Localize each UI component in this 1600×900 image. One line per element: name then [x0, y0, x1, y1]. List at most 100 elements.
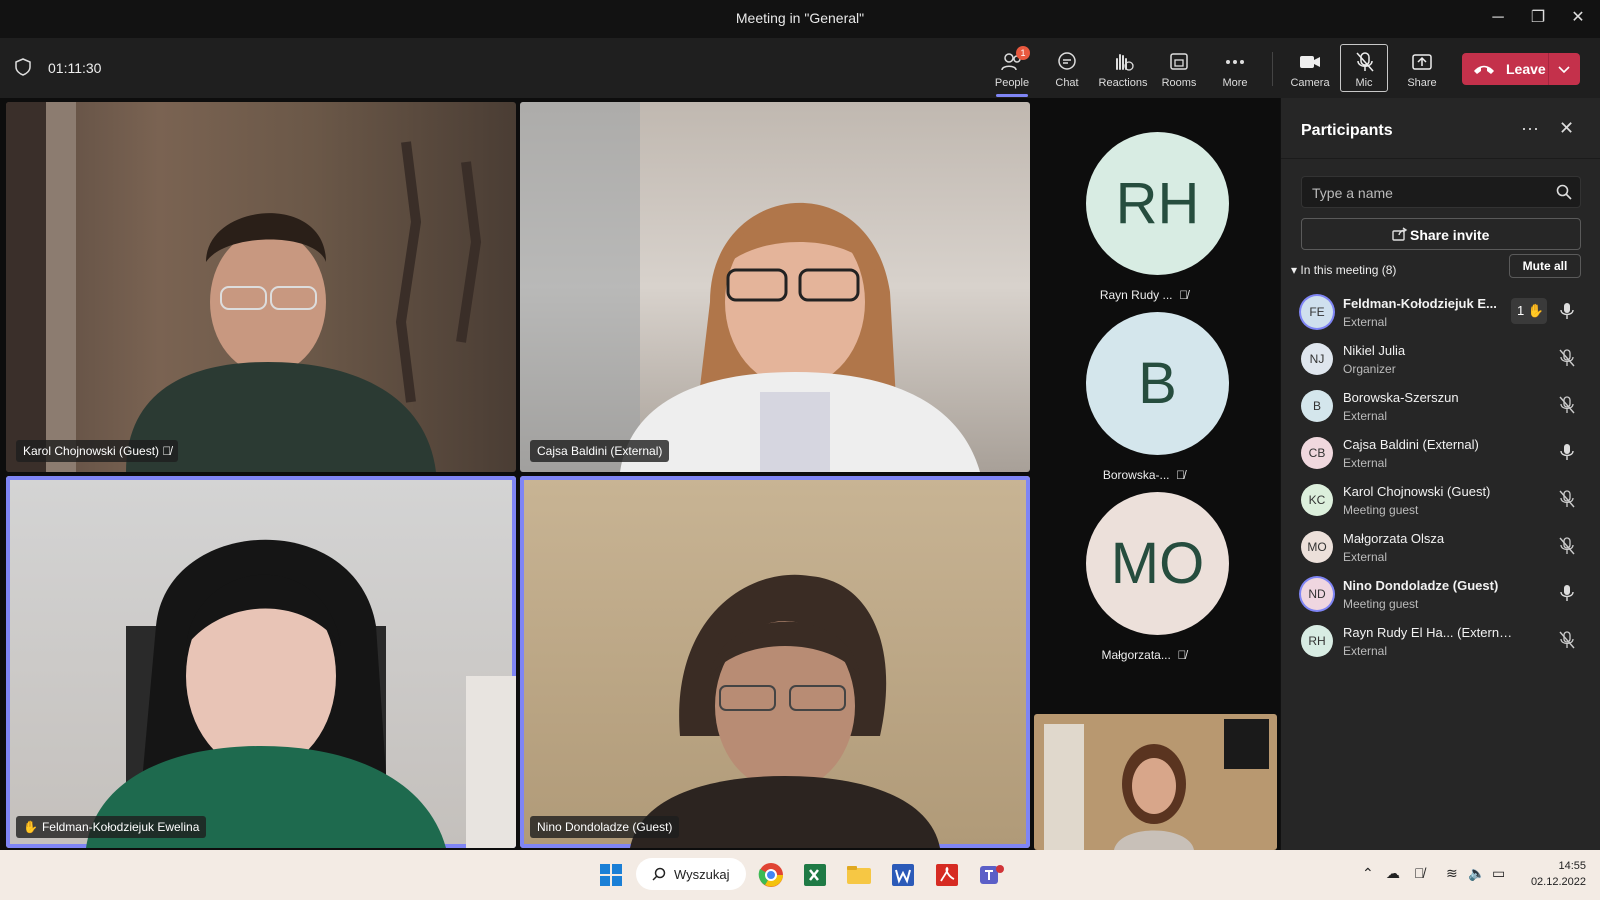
mic-on-icon[interactable]	[1559, 302, 1575, 325]
participant-row[interactable]: RH Rayn Rudy El Ha... (External) External	[1281, 617, 1600, 665]
participant-name: Rayn Rudy El Ha... (External)	[1343, 625, 1513, 640]
more-icon	[1226, 60, 1244, 64]
clock-time: 14:55	[1558, 860, 1586, 872]
reactions-label: Reactions	[1098, 77, 1148, 89]
avatar-name: Małgorzata...	[1101, 648, 1171, 662]
rooms-label: Rooms	[1161, 77, 1197, 89]
more-label: More	[1222, 77, 1248, 89]
leave-label: Leave	[1506, 61, 1546, 77]
avatar-name-mo: Małgorzata... 🎙̸	[1064, 648, 1224, 662]
mic-off-icon[interactable]	[1559, 349, 1575, 372]
chat-label: Chat	[1055, 77, 1079, 89]
windows-start-icon[interactable]	[596, 860, 626, 890]
reactions-icon	[1116, 54, 1134, 71]
participant-name: Karol Chojnowski (Guest)	[1343, 484, 1491, 499]
tray-overflow-icon[interactable]: ⌃	[1362, 865, 1374, 882]
participant-row[interactable]: CB Cajsa Baldini (External) External	[1281, 429, 1600, 477]
mic-on-icon[interactable]	[1559, 443, 1575, 466]
participant-video	[6, 102, 482, 472]
muted-mic-icon: 🎙̸	[1177, 648, 1187, 662]
chat-button[interactable]: Chat	[1041, 48, 1093, 92]
people-badge: 1	[1016, 46, 1030, 60]
excel-icon[interactable]	[800, 860, 830, 890]
participant-avatar: ND	[1301, 578, 1333, 610]
participant-role: External	[1343, 550, 1388, 564]
mic-off-icon[interactable]	[1559, 396, 1575, 419]
participant-row[interactable]: ND Nino Dondoladze (Guest) Meeting guest	[1281, 570, 1600, 618]
search-input[interactable]	[1312, 183, 1542, 203]
volume-icon[interactable]: 🔈	[1468, 865, 1485, 882]
participant-row[interactable]: MO Małgorzata Olsza External	[1281, 523, 1600, 571]
avatar-rh[interactable]: RH	[1086, 132, 1229, 275]
participant-role: External	[1343, 644, 1388, 658]
camera-label: Camera	[1290, 77, 1330, 89]
participant-name: Borowska-Szerszun	[1343, 390, 1459, 405]
mic-off-icon	[1356, 52, 1374, 72]
mic-on-icon[interactable]	[1559, 584, 1575, 607]
share-invite-icon	[1392, 227, 1408, 241]
camera-button[interactable]: Camera	[1284, 48, 1336, 92]
more-button[interactable]: More	[1209, 48, 1261, 92]
self-view[interactable]	[1034, 714, 1277, 850]
leave-split	[1548, 53, 1549, 85]
mic-button[interactable]: Mic	[1340, 44, 1388, 92]
close-window-icon[interactable]: ✕	[1568, 8, 1588, 28]
chevron-down-icon: ▾	[1291, 263, 1298, 277]
participant-row[interactable]: B Borowska-Szerszun External	[1281, 382, 1600, 430]
reactions-button[interactable]: Reactions	[1097, 48, 1149, 92]
avatar-name-b: Borowska-... 🎙̸	[1064, 468, 1224, 482]
participant-row[interactable]: FE Feldman-Kołodziejuk E... External 1 ✋	[1281, 288, 1600, 336]
panel-more-icon[interactable]: ···	[1521, 118, 1539, 139]
people-label: People	[994, 77, 1030, 89]
muted-mic-icon: 🎙̸	[162, 444, 172, 458]
panel-close-icon[interactable]: ✕	[1559, 118, 1574, 139]
participant-row[interactable]: NJ Nikiel Julia Organizer	[1281, 335, 1600, 383]
word-icon[interactable]	[888, 860, 918, 890]
tile-name: Cajsa Baldini (External)	[537, 444, 663, 458]
mic-off-icon[interactable]	[1559, 631, 1575, 654]
share-button[interactable]: Share	[1396, 48, 1448, 92]
onedrive-icon[interactable]: ☁	[1386, 865, 1400, 882]
chevron-down-icon[interactable]	[1556, 61, 1572, 77]
participant-avatar: RH	[1301, 625, 1333, 657]
tile-name-chip: Cajsa Baldini (External)	[530, 440, 670, 462]
raised-hand-icon: ✋	[23, 820, 38, 834]
mic-off-icon[interactable]	[1559, 490, 1575, 513]
participant-role: Meeting guest	[1343, 503, 1419, 517]
participant-name: Cajsa Baldini (External)	[1343, 437, 1479, 452]
battery-icon[interactable]: ▭	[1492, 865, 1505, 882]
taskbar-search-label: Wyszukaj	[674, 867, 730, 882]
share-invite-label: Share invite	[1410, 227, 1490, 243]
share-invite-button[interactable]: Share invite	[1301, 218, 1581, 250]
file-explorer-icon[interactable]	[844, 860, 874, 890]
video-tile-nino[interactable]: Nino Dondoladze (Guest)	[520, 476, 1030, 848]
video-tile-cajsa[interactable]: Cajsa Baldini (External)	[520, 102, 1030, 472]
teams-icon[interactable]	[976, 860, 1006, 890]
taskbar-clock[interactable]: 14:55 02.12.2022	[1520, 858, 1586, 890]
mute-all-button[interactable]: Mute all	[1509, 254, 1581, 278]
participant-avatar: MO	[1301, 531, 1333, 563]
mic-off-icon[interactable]	[1559, 537, 1575, 560]
tile-name: Nino Dondoladze (Guest)	[537, 820, 673, 834]
avatar-mo[interactable]: MO	[1086, 492, 1229, 635]
rooms-button[interactable]: Rooms	[1153, 48, 1205, 92]
leave-button[interactable]: Leave	[1462, 53, 1580, 85]
participant-row[interactable]: KC Karol Chojnowski (Guest) Meeting guest	[1281, 476, 1600, 524]
people-button[interactable]: 1 People	[986, 46, 1038, 97]
participant-name: Nikiel Julia	[1343, 343, 1406, 358]
acrobat-icon[interactable]	[932, 860, 962, 890]
video-tile-karol[interactable]: Karol Chojnowski (Guest) 🎙̸	[6, 102, 516, 472]
avatar-b[interactable]: B	[1086, 312, 1229, 455]
avatar-name: Borowska-...	[1102, 468, 1170, 482]
wifi-icon[interactable]: ≋	[1446, 865, 1458, 882]
chrome-icon[interactable]	[756, 860, 786, 890]
search-icon[interactable]	[1556, 184, 1572, 200]
restore-icon[interactable]: ❐	[1528, 8, 1548, 28]
video-tile-feldman[interactable]: ✋ Feldman-Kołodziejuk Ewelina	[6, 476, 516, 848]
tile-name-chip: ✋ Feldman-Kołodziejuk Ewelina	[16, 816, 207, 838]
in-meeting-header[interactable]: ▾ In this meeting (8)	[1291, 263, 1396, 277]
taskbar-search[interactable]: Wyszukaj	[636, 858, 746, 890]
participant-avatar: FE	[1301, 296, 1333, 328]
minimize-icon[interactable]: ─	[1488, 8, 1508, 28]
mic-tray-icon[interactable]: 🎙̸	[1414, 865, 1425, 881]
